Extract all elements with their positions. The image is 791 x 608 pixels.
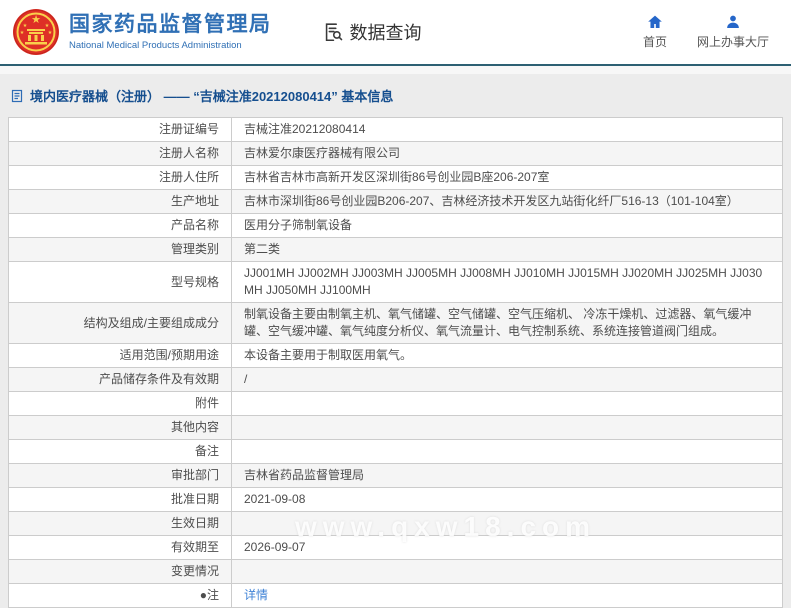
field-value: 吉林爱尔康医疗器械有限公司	[231, 141, 783, 166]
svg-text:★: ★	[31, 14, 41, 26]
nav-item-home[interactable]: 首页	[643, 14, 667, 50]
table-row: ●注 详情	[8, 583, 783, 608]
agency-name-cn: 国家药品监督管理局	[69, 13, 272, 37]
nav-item-online-hall[interactable]: 网上办事大厅	[697, 14, 769, 50]
site-header: ★ ★ ★ ★ ★ 国家药品监督管理局 National Medical Pro…	[0, 0, 791, 66]
field-label: 其他内容	[8, 415, 232, 440]
field-label: 审批部门	[8, 463, 232, 488]
field-label: 变更情况	[8, 559, 232, 584]
field-value	[231, 559, 783, 584]
agency-brand: ★ ★ ★ ★ ★ 国家药品监督管理局 National Medical Pro…	[12, 8, 272, 56]
nav-item-label: 首页	[642, 35, 667, 49]
field-value	[231, 511, 783, 536]
detail-link[interactable]: 详情	[244, 588, 268, 602]
content-top-strip	[0, 66, 791, 74]
data-query-section-title: 数据查询	[322, 19, 422, 45]
field-value: 制氧设备主要由制氧主机、氧气储罐、空气储罐、空气压缩机、 冷冻干燥机、过滤器、氧…	[231, 302, 783, 344]
field-value: 吉林省吉林市高新开发区深圳街86号创业园B座206-207室	[231, 165, 783, 190]
field-value: 医用分子筛制氧设备	[231, 213, 783, 238]
data-query-label: 数据查询	[349, 23, 422, 43]
field-value: 吉林省药品监督管理局	[231, 463, 783, 488]
agency-name-en: National Medical Products Administration	[69, 39, 242, 51]
registration-info-table: 注册证编号 吉械注准20212080414 注册人名称 吉林爱尔康医疗器械有限公司 注册…	[8, 117, 783, 608]
field-value: 第二类	[231, 237, 783, 262]
field-value: 详情	[231, 583, 783, 608]
table-row: 注册人住所 吉林省吉林市高新开发区深圳街86号创业园B座206-207室	[8, 165, 783, 190]
table-row: 其他内容	[8, 415, 783, 440]
field-label: 有效期至	[8, 535, 232, 560]
header-nav: 首页 网上办事大厅	[643, 14, 769, 50]
field-value: 2021-09-08	[231, 487, 783, 512]
info-table-body: 注册证编号 吉械注准20212080414 注册人名称 吉林爱尔康医疗器械有限公司 注册…	[8, 117, 783, 608]
table-row: 备注	[8, 439, 783, 464]
table-row: 变更情况	[8, 559, 783, 584]
field-label: 备注	[8, 439, 232, 464]
home-icon	[647, 14, 663, 30]
table-row: 有效期至 2026-09-07	[8, 535, 783, 560]
table-row: 生效日期	[8, 511, 783, 536]
table-row: 型号规格 JJ001MH JJ002MH JJ003MH JJ005MH JJ00…	[8, 261, 783, 303]
field-label: ●注	[8, 583, 232, 608]
user-icon	[725, 14, 741, 30]
svg-text:★: ★	[23, 23, 28, 29]
field-label: 管理类别	[8, 237, 232, 262]
table-row: 管理类别 第二类	[8, 237, 783, 262]
field-label: 注册人名称	[8, 141, 232, 166]
field-label: 型号规格	[8, 261, 232, 303]
field-value: 吉林市深圳街86号创业园B206-207、吉林经济技术开发区九站街化纤厂516-…	[231, 189, 783, 214]
field-label: 结构及组成/主要组成成分	[8, 302, 232, 344]
field-label: 注册证编号	[8, 117, 232, 142]
agency-name-block: 国家药品监督管理局 National Medical Products Admi…	[69, 13, 272, 50]
table-row: 注册人名称 吉林爱尔康医疗器械有限公司	[8, 141, 783, 166]
field-value: 吉械注准20212080414	[231, 117, 783, 142]
field-label: 注册人住所	[8, 165, 232, 190]
breadcrumb-text: 境内医疗器械（注册） —— “吉械注准20212080414” 基本信息	[30, 89, 394, 104]
table-row: 结构及组成/主要组成成分 制氧设备主要由制氧主机、氧气储罐、空气储罐、空气压缩机、…	[8, 302, 783, 344]
table-row: 适用范围/预期用途 本设备主要用于制取医用氧气。	[8, 343, 783, 368]
field-value	[231, 391, 783, 416]
table-row: 批准日期 2021-09-08	[8, 487, 783, 512]
china-national-emblem-icon: ★ ★ ★ ★ ★	[12, 8, 60, 56]
table-row: 产品储存条件及有效期 /	[8, 367, 783, 392]
field-label: 产品名称	[8, 213, 232, 238]
field-label: 适用范围/预期用途	[8, 343, 232, 368]
table-row: 产品名称 医用分子筛制氧设备	[8, 213, 783, 238]
document-icon	[10, 89, 24, 103]
svg-text:★: ★	[48, 30, 53, 36]
field-label: 生产地址	[8, 189, 232, 214]
table-row: 审批部门 吉林省药品监督管理局	[8, 463, 783, 488]
table-row: 附件	[8, 391, 783, 416]
field-label: 批准日期	[8, 487, 232, 512]
field-value: JJ001MH JJ002MH JJ003MH JJ005MH JJ008MH …	[231, 261, 783, 303]
svg-text:★: ★	[20, 30, 25, 36]
field-value	[231, 439, 783, 464]
document-search-icon	[322, 21, 344, 43]
field-label: 产品储存条件及有效期	[8, 367, 232, 392]
field-value	[231, 415, 783, 440]
field-label: 生效日期	[8, 511, 232, 536]
table-row: 注册证编号 吉械注准20212080414	[8, 117, 783, 142]
field-value: 本设备主要用于制取医用氧气。	[231, 343, 783, 368]
table-row: 生产地址 吉林市深圳街86号创业园B206-207、吉林经济技术开发区九站街化纤厂…	[8, 189, 783, 214]
field-value: 2026-09-07	[231, 535, 783, 560]
registration-info-table-wrap: 注册证编号 吉械注准20212080414 注册人名称 吉林爱尔康医疗器械有限公司 注册…	[8, 117, 783, 608]
breadcrumb: 境内医疗器械（注册） —— “吉械注准20212080414” 基本信息	[0, 74, 791, 117]
svg-text:★: ★	[45, 23, 50, 29]
field-label: 附件	[8, 391, 232, 416]
field-value: /	[231, 367, 783, 392]
nav-item-label: 网上办事大厅	[696, 35, 769, 49]
